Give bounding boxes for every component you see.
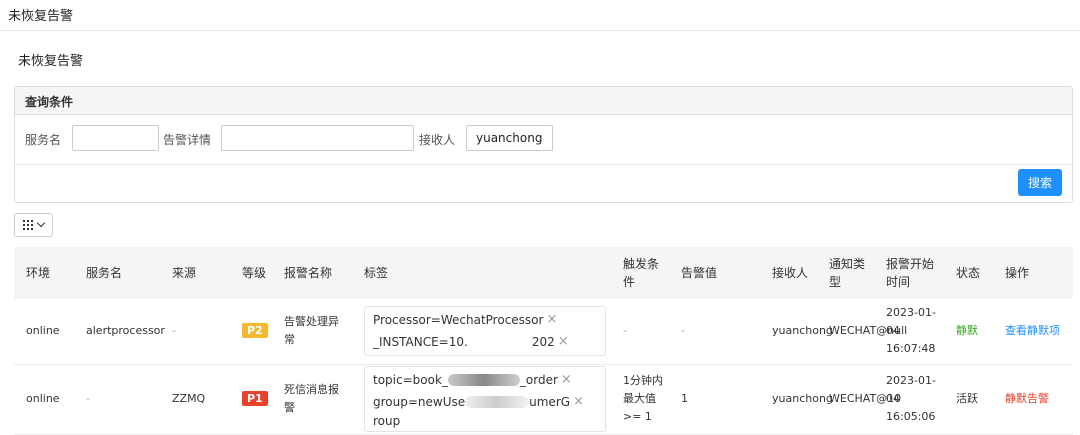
column-header[interactable]: 触发条件 bbox=[611, 247, 669, 299]
tag-item: _INSTANCE=10. 202 × bbox=[373, 331, 597, 353]
table-row: online - ZZMQ P1 死信消息报警 topic=book_ _ord… bbox=[14, 364, 1073, 435]
tags-box: Processor=WechatProcessor × _INSTANCE=10… bbox=[364, 306, 606, 357]
tag-item: roup bbox=[373, 413, 597, 429]
tag-label: topic=book_ bbox=[373, 373, 448, 387]
tags-cell: topic=book_ _order × group=newUse umerG … bbox=[352, 364, 611, 435]
table-header-row: 环境 服务名 来源 等级 报警名称 标签 触发条件 告警值 接收人 通知类型 报… bbox=[14, 247, 1073, 299]
close-icon[interactable]: × bbox=[558, 331, 569, 353]
redacted-blur bbox=[447, 374, 520, 386]
tags-cell: Processor=WechatProcessor × _INSTANCE=10… bbox=[352, 299, 611, 365]
redacted-blur bbox=[467, 336, 532, 349]
condition-cell: - bbox=[611, 299, 669, 365]
column-header[interactable]: 告警值 bbox=[669, 247, 760, 299]
tags-box: topic=book_ _order × group=newUse umerG … bbox=[364, 366, 606, 432]
tag-label: Processor=WechatProcessor bbox=[373, 313, 544, 328]
tag-label: group=newUse bbox=[373, 395, 466, 409]
close-icon[interactable]: × bbox=[546, 309, 557, 331]
service-cell: alertprocessor bbox=[74, 299, 165, 365]
service-name-label: 服务名 bbox=[25, 133, 62, 147]
query-form-row: 服务名 告警详情 接收人 bbox=[15, 115, 1072, 165]
alert-name-cell: 告警处理异常 bbox=[272, 299, 352, 365]
grid-icon bbox=[23, 220, 33, 230]
alert-value-cell: - bbox=[669, 299, 760, 365]
column-header[interactable]: 等级 bbox=[230, 247, 272, 299]
service-name-input[interactable] bbox=[72, 125, 159, 151]
alert-detail-label: 告警详情 bbox=[163, 133, 212, 147]
search-button[interactable]: 搜索 bbox=[1018, 169, 1062, 196]
column-header[interactable]: 接收人 bbox=[760, 247, 817, 299]
table-row: online alertprocessor - P2 告警处理异常 Proces… bbox=[14, 299, 1073, 365]
level-badge: P1 bbox=[242, 391, 268, 406]
receiver-cell: yuanchong bbox=[760, 364, 833, 435]
tag-label: 202 bbox=[531, 335, 555, 350]
top-bar: 未恢复告警 bbox=[0, 0, 1080, 31]
column-header[interactable]: 来源 bbox=[160, 247, 230, 299]
level-cell: P2 bbox=[230, 299, 272, 365]
close-icon[interactable]: × bbox=[573, 391, 584, 413]
query-divider bbox=[15, 164, 1072, 165]
tag-label: umerG bbox=[529, 395, 571, 409]
tag-item: topic=book_ _order × bbox=[373, 369, 597, 391]
column-header[interactable]: 报警名称 bbox=[272, 247, 352, 299]
condition-cell: 1分钟内最大值 >= 1 bbox=[611, 364, 669, 435]
level-cell: P1 bbox=[230, 364, 272, 435]
env-cell: online bbox=[14, 299, 74, 365]
silence-alert-link[interactable]: 静默告警 bbox=[1005, 392, 1049, 405]
column-header[interactable]: 状态 bbox=[944, 247, 993, 299]
query-panel-title: 查询条件 bbox=[15, 87, 1072, 115]
tag-item: Processor=WechatProcessor × bbox=[373, 309, 597, 331]
view-silence-link[interactable]: 查看静默项 bbox=[1005, 324, 1060, 337]
alert-name-cell: 死信消息报警 bbox=[272, 364, 352, 435]
alert-value-cell: 1 bbox=[669, 364, 760, 435]
source-cell: - bbox=[160, 299, 230, 365]
service-cell: - bbox=[74, 364, 160, 435]
column-header[interactable]: 通知类型 bbox=[817, 247, 874, 299]
action-cell: 静默告警 bbox=[993, 364, 1073, 435]
tag-label: roup bbox=[373, 414, 401, 428]
status-cell: 活跃 bbox=[944, 364, 993, 435]
receiver-cell: yuanchong bbox=[760, 299, 833, 365]
column-header[interactable]: 报警开始时间 bbox=[874, 247, 944, 299]
action-cell: 查看静默项 bbox=[993, 299, 1073, 365]
column-header[interactable]: 标签 bbox=[352, 247, 611, 299]
column-toggle-button[interactable] bbox=[14, 213, 53, 237]
alert-table: 环境 服务名 来源 等级 报警名称 标签 触发条件 告警值 接收人 通知类型 报… bbox=[14, 247, 1073, 435]
tag-label: _order bbox=[519, 373, 558, 387]
alert-detail-input[interactable] bbox=[221, 125, 414, 151]
column-header[interactable]: 服务名 bbox=[74, 247, 160, 299]
env-cell: online bbox=[14, 364, 74, 435]
top-bar-title: 未恢复告警 bbox=[8, 9, 74, 24]
column-header[interactable]: 操作 bbox=[993, 247, 1073, 299]
chevron-down-icon bbox=[36, 218, 46, 228]
receiver-input[interactable] bbox=[466, 125, 553, 151]
redacted-blur bbox=[465, 396, 530, 408]
source-cell: ZZMQ bbox=[160, 364, 230, 435]
tag-label: _INSTANCE=10. bbox=[373, 335, 468, 350]
tag-item: group=newUse umerG × bbox=[373, 391, 597, 413]
receiver-label: 接收人 bbox=[419, 133, 456, 147]
page-title: 未恢复告警 bbox=[18, 54, 84, 69]
status-cell: 静默 bbox=[944, 299, 993, 365]
column-header[interactable]: 环境 bbox=[14, 247, 74, 299]
query-panel: 查询条件 服务名 告警详情 接收人 搜索 bbox=[14, 86, 1073, 203]
level-badge: P2 bbox=[242, 323, 268, 339]
close-icon[interactable]: × bbox=[561, 369, 572, 391]
